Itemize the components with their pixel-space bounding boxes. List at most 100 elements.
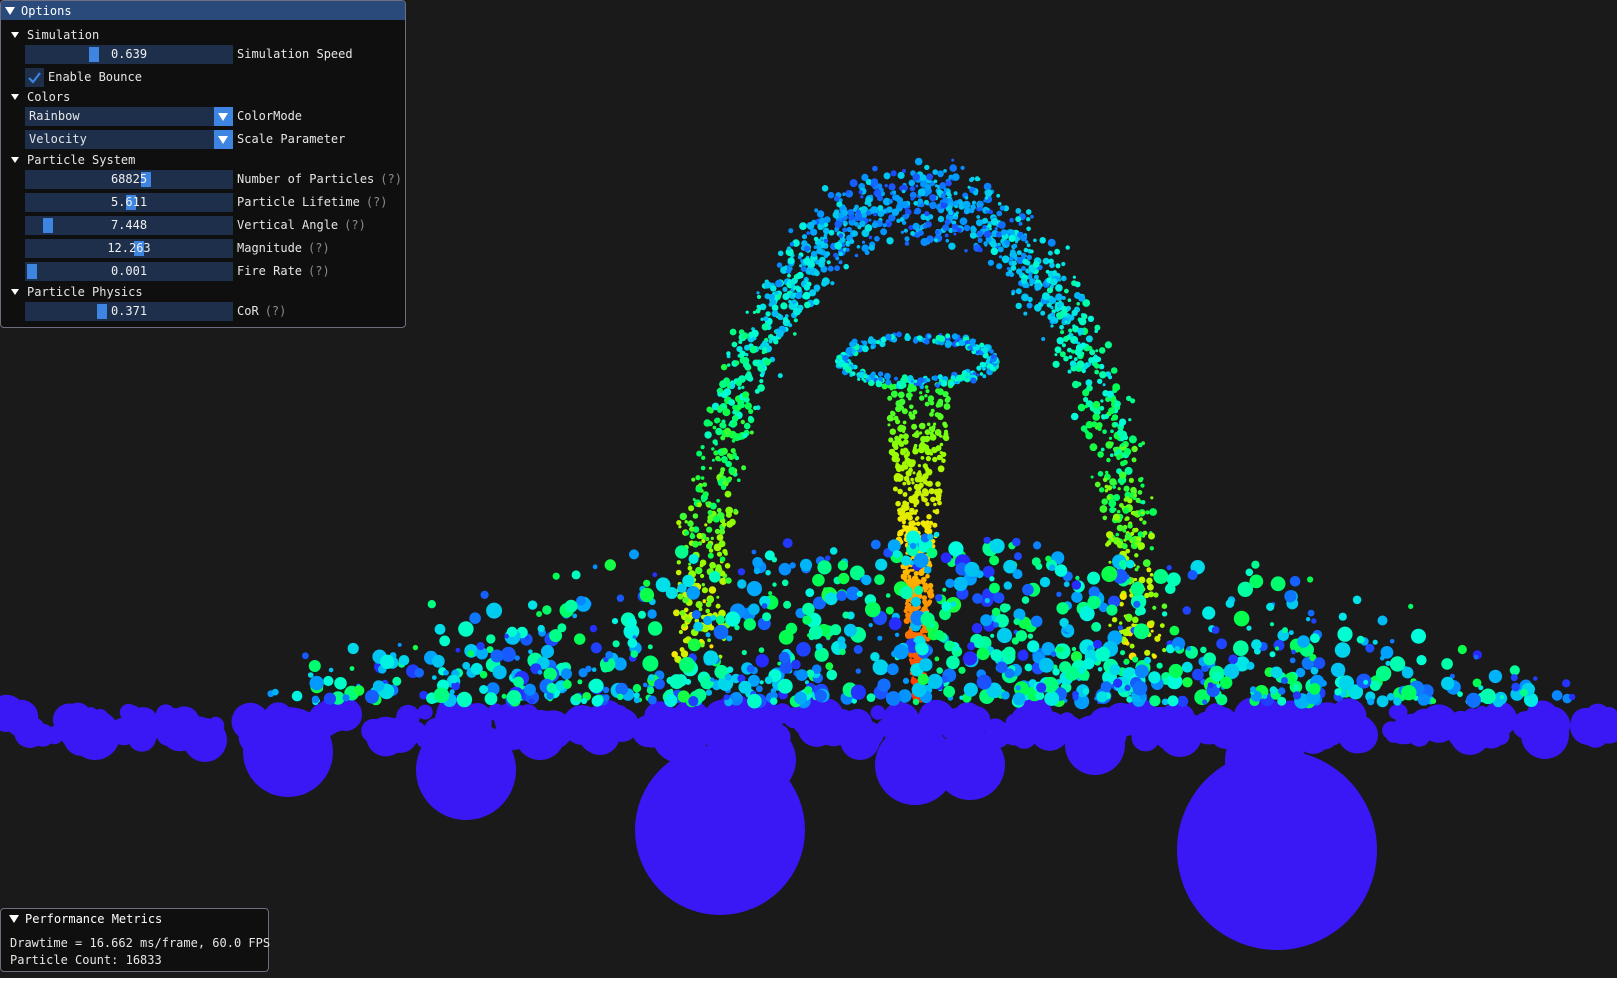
particle [576,595,586,606]
particle [1270,576,1286,592]
particle [1132,616,1139,624]
particle [1307,576,1314,583]
help-marker[interactable]: (?) [308,264,330,278]
particle [503,725,525,747]
particle [868,218,872,222]
vertical-angle-slider[interactable]: 7.448 [25,216,233,235]
particle [795,669,808,681]
section-particle-system[interactable]: Particle System [11,150,135,170]
particle [1139,517,1143,522]
particle [951,229,956,233]
help-marker[interactable]: (?) [366,195,388,209]
magnitude-slider[interactable]: 12.263 [25,239,233,258]
particle [688,505,695,512]
particle [874,235,880,242]
particle [909,186,916,192]
particle [970,377,977,384]
help-marker[interactable]: (?) [380,172,402,186]
particle [31,723,55,747]
color-mode-combo[interactable]: Rainbow [25,107,233,126]
particle [976,215,981,219]
particle [776,262,783,268]
particle [1067,298,1072,303]
particle [950,375,956,381]
section-colors[interactable]: Colors [11,87,70,107]
particle [953,191,958,196]
collapse-arrow-icon[interactable] [5,6,15,15]
particle [844,366,852,373]
particle [1120,443,1125,448]
dropdown-arrow-icon[interactable] [214,107,233,126]
particle [934,630,945,641]
particle [990,247,999,256]
particle [903,228,909,233]
enable-bounce-checkbox[interactable] [25,68,44,87]
particle [964,207,971,215]
section-simulation[interactable]: Simulation [11,25,99,45]
fire-rate-slider[interactable]: 0.001 [25,262,233,281]
particle [875,558,888,571]
help-marker[interactable]: (?) [265,304,287,318]
particle [1246,661,1255,671]
particle [1202,699,1208,705]
help-marker[interactable]: (?) [344,218,366,232]
particle [919,395,925,401]
particle [710,677,715,682]
particle [1094,481,1101,488]
particle [1050,651,1057,657]
particle [788,323,793,328]
particle [1472,678,1482,688]
particle [771,335,777,342]
particle [885,593,891,598]
particle [439,635,451,647]
particle [814,689,827,703]
particle [902,569,907,575]
particle [902,504,910,511]
particle [793,274,799,280]
particle [328,667,334,673]
particle [932,375,939,381]
particle [886,206,893,213]
options-title-bar[interactable]: Options [1,1,405,20]
particle [925,637,930,642]
particle [1056,646,1064,653]
particle [1105,470,1109,475]
particle [557,623,567,633]
particle [816,244,822,250]
particle [738,340,743,344]
particle [1110,429,1114,434]
number-of-particles-slider[interactable]: 68825 [25,170,233,189]
particle [1365,643,1375,653]
particle [894,632,900,637]
particle [857,377,861,381]
cor-slider[interactable]: 0.371 [25,302,233,321]
particle [925,502,930,507]
collapse-arrow-icon[interactable] [9,915,19,923]
particle [1106,604,1118,616]
dropdown-arrow-icon[interactable] [214,130,233,149]
particle [843,223,847,227]
particle [1124,613,1133,622]
particle [716,551,723,557]
particle [926,378,931,382]
particle [743,618,756,631]
particle [309,675,324,691]
particle [826,635,831,640]
section-particle-physics[interactable]: Particle Physics [11,282,143,302]
particle [700,476,705,480]
particle [405,721,427,743]
help-marker[interactable]: (?) [308,241,330,255]
particle [701,455,706,460]
performance-title-bar[interactable]: Performance Metrics [1,909,268,929]
scale-parameter-combo[interactable]: Velocity [25,130,233,149]
particle [1186,646,1192,651]
particle [1102,429,1107,435]
particle [1115,532,1120,537]
particle [745,310,749,314]
particle-lifetime-slider[interactable]: 5.611 [25,193,233,212]
particle [996,661,1008,674]
particle [883,172,891,180]
particle [1102,515,1108,521]
simulation-speed-slider[interactable]: 0.639 [25,45,233,64]
particle [987,259,995,266]
